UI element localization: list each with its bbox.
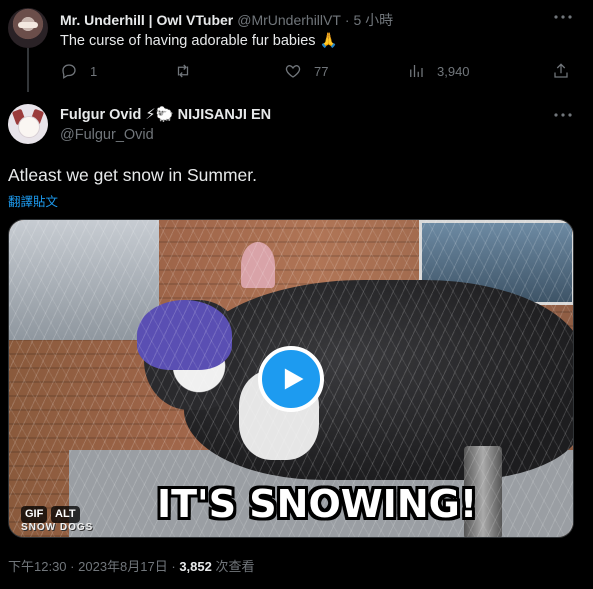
tweet-metadata: 下午12:30 · 2023年8月17日 · 3,852 次查看 (8, 556, 255, 575)
play-icon (284, 368, 304, 390)
more-icon (554, 15, 572, 19)
play-button[interactable] (258, 346, 324, 412)
author-name[interactable]: Fulgur Ovid ⚡🐑 NIJISANJI EN (60, 106, 271, 123)
share-button[interactable] (552, 62, 570, 80)
tweet-time[interactable]: · 5 小時 (345, 10, 393, 30)
author-handle[interactable]: @MrUnderhillVT (237, 12, 341, 28)
more-icon (554, 113, 572, 117)
author-name[interactable]: Mr. Underhill | Owl VTuber (60, 12, 233, 28)
gif-media[interactable]: IT'S SNOWING! GIF ALT SNOW DOGS (8, 219, 574, 538)
more-options-button[interactable] (551, 8, 575, 26)
like-icon (285, 65, 301, 78)
translate-link[interactable]: 翻譯貼文 (8, 191, 58, 210)
retweet-button[interactable] (174, 62, 204, 80)
reply-count: 1 (90, 63, 98, 79)
avatar[interactable] (8, 104, 48, 144)
views-label: 次查看 (215, 559, 255, 574)
avatar[interactable] (8, 8, 48, 48)
alt-badge[interactable]: ALT (51, 506, 80, 523)
retweet-icon (177, 64, 189, 78)
avatar-face (18, 116, 40, 138)
like-count: 77 (314, 63, 329, 79)
watermark-logo: SNOW DOGS (21, 522, 94, 533)
thread-connector (27, 48, 29, 92)
gif-caption: IT'S SNOWING! (157, 482, 478, 526)
reply-tweet[interactable]: Mr. Underhill | Owl VTuber @MrUnderhillV… (0, 0, 593, 92)
separator: · (70, 559, 79, 574)
gif-badge: GIF (21, 506, 48, 523)
reply-button[interactable]: 1 (60, 62, 97, 80)
reply-tweet-header: Mr. Underhill | Owl VTuber @MrUnderhillV… (60, 10, 393, 30)
tweet-text: Atleast we get snow in Summer. (8, 165, 257, 185)
views-total: 3,852 (179, 559, 212, 574)
views-button[interactable]: 3,940 (407, 62, 470, 80)
views-icon (410, 65, 423, 77)
more-options-button[interactable] (551, 106, 575, 124)
like-button[interactable]: 77 (284, 62, 328, 80)
tweet-text: The curse of having adorable fur babies … (60, 33, 338, 49)
author-handle[interactable]: @Fulgur_Ovid (60, 127, 154, 143)
tweet-actions: 1 77 3,940 (56, 62, 576, 82)
tweet-time[interactable]: 下午12:30 (8, 559, 67, 574)
views-count: 3,940 (437, 63, 470, 79)
reply-icon (62, 64, 76, 79)
tweet-date[interactable]: 2023年8月17日 (78, 559, 168, 574)
share-icon (554, 63, 568, 78)
